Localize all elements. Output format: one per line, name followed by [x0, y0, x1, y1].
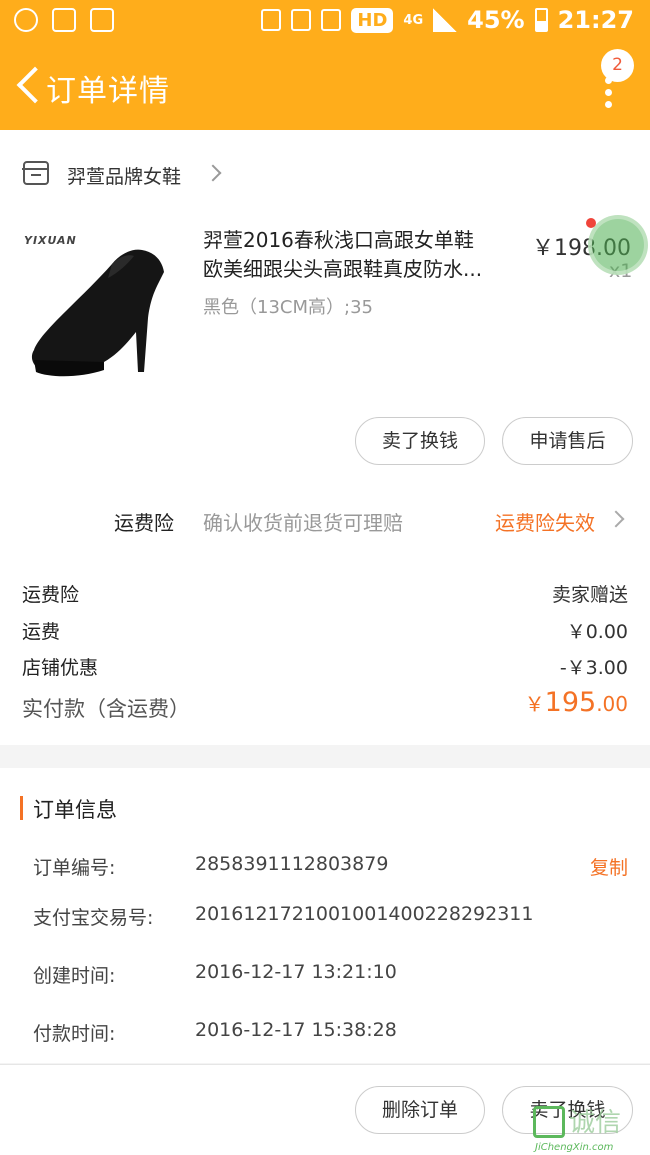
fee-value: -￥3.00 — [559, 657, 628, 679]
total-amount: ￥195.00 — [525, 687, 628, 718]
info-label: 创建时间: — [33, 965, 116, 987]
order-number-row: 订单编号: 2858391112803879 复制 — [0, 853, 650, 883]
mute-icon — [321, 9, 342, 31]
section-accent-bar — [20, 796, 23, 820]
checklist-icon — [90, 8, 114, 32]
floating-notification-dot — [586, 218, 596, 228]
total-currency: ￥ — [524, 692, 545, 716]
sell-for-cash-button[interactable]: 卖了换钱 — [355, 417, 485, 465]
product-title-line1: 羿萱2016春秋浅口高跟女单鞋 — [203, 228, 474, 252]
shop-row[interactable]: 羿萱品牌女鞋 — [0, 150, 650, 198]
fee-label: 店铺优惠 — [22, 657, 99, 679]
created-time: 2016-12-17 13:21:10 — [195, 961, 397, 983]
paid-time-row: 付款时间: 2016-12-17 15:38:28 — [0, 1019, 650, 1049]
brand-logo: YIXUAN — [24, 234, 77, 247]
total-label: 实付款（含运费） — [22, 697, 190, 721]
signal-icon — [433, 8, 458, 32]
chevron-right-icon — [607, 510, 625, 528]
insurance-description: 确认收货前退货可理赔 — [203, 511, 403, 535]
after-sale-button[interactable]: 申请售后 — [502, 417, 633, 465]
notification-app-icon — [14, 8, 38, 32]
fee-label: 运费 — [22, 621, 61, 643]
hd-badge: HD — [351, 7, 394, 33]
battery-icon — [534, 8, 548, 32]
status-notification-icons — [14, 8, 114, 32]
info-label: 订单编号: — [33, 857, 116, 879]
shipping-insurance-row[interactable]: 运费险 确认收货前退货可理赔 运费险失效 — [0, 495, 650, 545]
fee-value: ￥0.00 — [566, 621, 628, 643]
product-image[interactable]: YIXUAN — [20, 222, 175, 382]
product-title[interactable]: 羿萱2016春秋浅口高跟女单鞋 欧美细跟尖头高跟鞋真皮防水... — [203, 226, 513, 284]
network-type: 4G — [403, 12, 424, 28]
order-number: 2858391112803879 — [195, 853, 389, 875]
status-bar: HD 4G 45% 21:27 — [0, 0, 650, 44]
floating-assistant-icon[interactable] — [588, 215, 648, 275]
insurance-status: 运费险失效 — [495, 511, 595, 535]
delete-order-button[interactable]: 删除订单 — [355, 1086, 485, 1134]
status-system-icons: HD 4G 45% 21:27 — [261, 6, 634, 34]
order-product-card: 羿萱品牌女鞋 YIXUAN 羿萱2016春秋浅口高跟女单鞋 欧美细跟尖头高跟鞋真… — [0, 130, 650, 745]
paid-time: 2016-12-17 15:38:28 — [195, 1019, 397, 1041]
info-label: 支付宝交易号: — [33, 907, 154, 929]
product-title-line2: 欧美细跟尖头高跟鞋真皮防水... — [203, 257, 483, 281]
shop-name: 羿萱品牌女鞋 — [67, 166, 182, 188]
shop-icon — [22, 161, 49, 185]
product-spec: 黑色（13CM高）;35 — [203, 297, 373, 318]
fee-value: 卖家赠送 — [551, 584, 628, 606]
chevron-right-icon — [204, 164, 222, 182]
gallery-icon — [52, 8, 76, 32]
watermark-text: 诚信 — [569, 1108, 622, 1138]
recycle-icon — [261, 9, 282, 31]
back-arrow-icon[interactable] — [14, 66, 44, 106]
fee-row: 运费 ￥0.00 — [0, 617, 650, 647]
copy-button[interactable]: 复制 — [590, 853, 628, 880]
fee-row: 运费险 卖家赠送 — [0, 580, 650, 610]
info-label: 付款时间: — [33, 1023, 116, 1045]
watermark-url: JiChengXin.com — [535, 1142, 614, 1153]
order-info-card: 订单信息 订单编号: 2858391112803879 复制 支付宝交易号: 2… — [0, 768, 650, 1063]
section-title: 订单信息 — [33, 798, 117, 822]
nav-bar: 订单详情 2 — [0, 44, 650, 130]
created-time-row: 创建时间: 2016-12-17 13:21:10 — [0, 961, 650, 991]
notification-badge: 2 — [601, 49, 634, 82]
battery-percent: 45% — [467, 6, 525, 34]
watermark-logo: 诚信 JiChengXin.com — [533, 1102, 650, 1155]
total-row: 实付款（含运费） ￥195.00 — [0, 687, 650, 723]
fee-label: 运费险 — [22, 584, 80, 606]
clock: 21:27 — [557, 6, 634, 34]
nfc-icon — [291, 9, 312, 31]
insurance-label: 运费险 — [114, 511, 174, 535]
fee-row: 店铺优惠 -￥3.00 — [0, 653, 650, 683]
total-decimal: .00 — [596, 692, 628, 716]
alipay-number-row: 支付宝交易号: 2016121721001001400228292311 — [0, 903, 650, 933]
total-integer: 195 — [544, 687, 597, 718]
alipay-trade-number: 2016121721001001400228292311 — [195, 903, 534, 925]
watermark-icon — [533, 1106, 565, 1138]
page-title: 订单详情 — [46, 74, 170, 109]
